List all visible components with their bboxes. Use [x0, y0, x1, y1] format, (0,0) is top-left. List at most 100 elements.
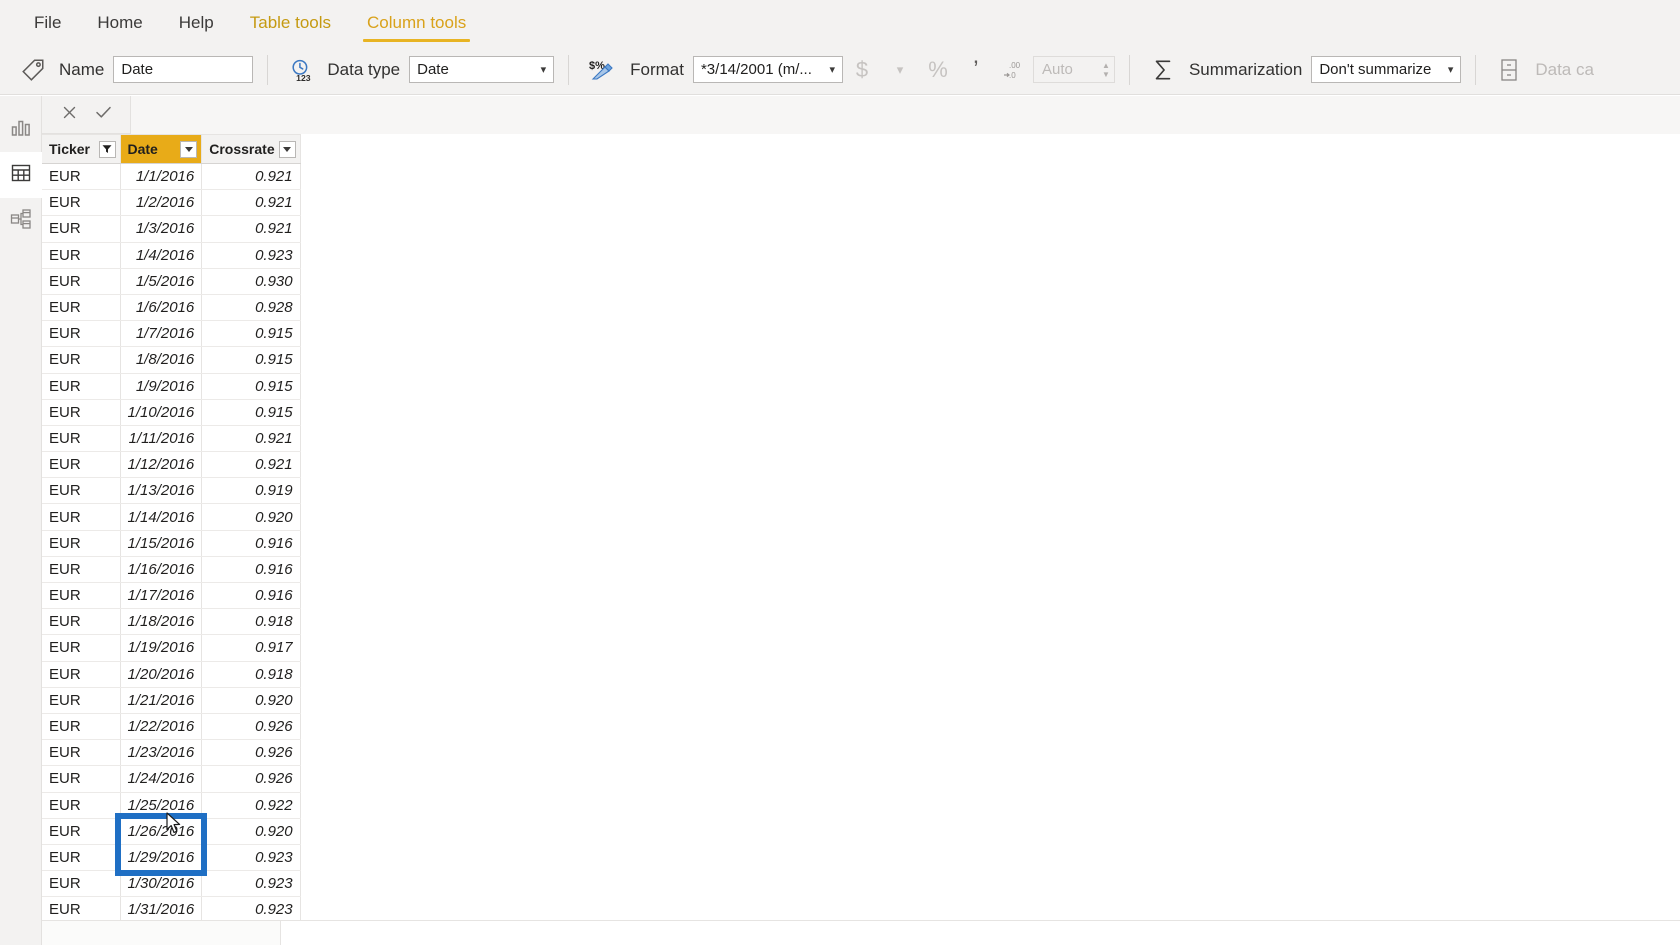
cell-crossrate[interactable]: 0.921 [201, 451, 301, 479]
cell-crossrate[interactable]: 0.921 [201, 215, 301, 243]
column-header-date[interactable]: Date [120, 134, 203, 164]
cell-crossrate[interactable]: 0.915 [201, 373, 301, 400]
cell-date[interactable]: 1/24/2016 [120, 765, 203, 793]
format-select[interactable]: *3/14/2001 (m/... ▾ [692, 56, 843, 83]
table-row[interactable]: EUR 1/2/2016 0.921 [42, 189, 301, 217]
cell-date[interactable]: 1/11/2016 [120, 425, 203, 453]
cell-ticker[interactable]: EUR [42, 870, 121, 898]
cell-date[interactable]: 1/31/2016 [120, 896, 203, 924]
cell-ticker[interactable]: EUR [42, 163, 121, 191]
cell-date[interactable]: 1/17/2016 [120, 582, 203, 610]
cell-crossrate[interactable]: 0.921 [201, 163, 301, 191]
formula-cancel-button[interactable] [52, 100, 86, 130]
cell-ticker[interactable]: EUR [42, 346, 121, 374]
table-row[interactable]: EUR 1/10/2016 0.915 [42, 399, 301, 426]
cell-ticker[interactable]: EUR [42, 451, 121, 479]
formula-input[interactable] [131, 95, 1680, 134]
sidebar-item-model-view[interactable] [0, 198, 42, 244]
table-row[interactable]: EUR 1/29/2016 0.923 [42, 844, 301, 872]
cell-date[interactable]: 1/23/2016 [120, 739, 203, 767]
table-row[interactable]: EUR 1/7/2016 0.915 [42, 320, 301, 348]
formula-accept-button[interactable] [86, 100, 120, 130]
column-name-input[interactable]: Date [113, 56, 254, 83]
table-row[interactable]: EUR 1/19/2016 0.917 [42, 634, 301, 662]
table-row[interactable]: EUR 1/3/2016 0.921 [42, 215, 301, 243]
cell-crossrate[interactable]: 0.917 [201, 634, 301, 662]
cell-ticker[interactable]: EUR [42, 661, 121, 688]
cell-date[interactable]: 1/6/2016 [120, 294, 203, 322]
cell-crossrate[interactable]: 0.916 [201, 530, 301, 557]
table-row[interactable]: EUR 1/17/2016 0.916 [42, 582, 301, 610]
table-row[interactable]: EUR 1/11/2016 0.921 [42, 425, 301, 453]
table-row[interactable]: EUR 1/25/2016 0.922 [42, 792, 301, 819]
cell-crossrate[interactable]: 0.930 [201, 268, 301, 295]
cell-date[interactable]: 1/22/2016 [120, 713, 203, 741]
spinner-arrows-icon[interactable]: ▲ ▼ [1102, 61, 1110, 79]
table-row[interactable]: EUR 1/13/2016 0.919 [42, 477, 301, 505]
cell-date[interactable]: 1/21/2016 [120, 687, 203, 714]
table-row[interactable]: EUR 1/5/2016 0.930 [42, 268, 301, 295]
cell-date[interactable]: 1/15/2016 [120, 530, 203, 557]
summarization-select[interactable]: Don't summarize ▾ [1311, 56, 1462, 83]
table-row[interactable]: EUR 1/24/2016 0.926 [42, 765, 301, 793]
table-row[interactable]: EUR 1/9/2016 0.915 [42, 373, 301, 400]
cell-ticker[interactable]: EUR [42, 582, 121, 610]
table-row[interactable]: EUR 1/6/2016 0.928 [42, 294, 301, 322]
cell-crossrate[interactable]: 0.923 [201, 242, 301, 269]
cell-date[interactable]: 1/9/2016 [120, 373, 203, 400]
table-row[interactable]: EUR 1/14/2016 0.920 [42, 503, 301, 531]
cell-date[interactable]: 1/14/2016 [120, 503, 203, 531]
cell-ticker[interactable]: EUR [42, 425, 121, 453]
cell-ticker[interactable]: EUR [42, 215, 121, 243]
cell-ticker[interactable]: EUR [42, 294, 121, 322]
cell-ticker[interactable]: EUR [42, 242, 121, 269]
cell-date[interactable]: 1/3/2016 [120, 215, 203, 243]
cell-date[interactable]: 1/7/2016 [120, 320, 203, 348]
cell-date[interactable]: 1/1/2016 [120, 163, 203, 191]
cell-crossrate[interactable]: 0.918 [201, 608, 301, 636]
cell-ticker[interactable]: EUR [42, 189, 121, 217]
cell-ticker[interactable]: EUR [42, 556, 121, 584]
filter-funnel-icon[interactable] [98, 140, 116, 158]
cell-ticker[interactable]: EUR [42, 844, 121, 872]
cell-ticker[interactable]: EUR [42, 477, 121, 505]
table-row[interactable]: EUR 1/20/2016 0.918 [42, 661, 301, 688]
cell-crossrate[interactable]: 0.918 [201, 661, 301, 688]
cell-ticker[interactable]: EUR [42, 608, 121, 636]
column-header-crossrate[interactable]: Crossrate [201, 134, 301, 164]
cell-ticker[interactable]: EUR [42, 818, 121, 845]
cell-date[interactable]: 1/19/2016 [120, 634, 203, 662]
thousands-separator-button[interactable]: ’ [957, 53, 995, 87]
cell-date[interactable]: 1/18/2016 [120, 608, 203, 636]
cell-ticker[interactable]: EUR [42, 530, 121, 557]
cell-date[interactable]: 1/8/2016 [120, 346, 203, 374]
cell-date[interactable]: 1/16/2016 [120, 556, 203, 584]
table-row[interactable]: EUR 1/30/2016 0.923 [42, 870, 301, 898]
cell-date[interactable]: 1/26/2016 [120, 818, 203, 845]
cell-ticker[interactable]: EUR [42, 765, 121, 793]
table-row[interactable]: EUR 1/26/2016 0.920 [42, 818, 301, 845]
cell-date[interactable]: 1/5/2016 [120, 268, 203, 295]
cell-date[interactable]: 1/30/2016 [120, 870, 203, 898]
column-header-date-dropdown[interactable] [180, 140, 198, 158]
table-row[interactable]: EUR 1/21/2016 0.920 [42, 687, 301, 714]
cell-date[interactable]: 1/10/2016 [120, 399, 203, 426]
cell-ticker[interactable]: EUR [42, 792, 121, 819]
table-row[interactable]: EUR 1/16/2016 0.916 [42, 556, 301, 584]
cell-ticker[interactable]: EUR [42, 503, 121, 531]
cell-ticker[interactable]: EUR [42, 634, 121, 662]
table-row[interactable]: EUR 1/23/2016 0.926 [42, 739, 301, 767]
cell-ticker[interactable]: EUR [42, 687, 121, 714]
cell-date[interactable]: 1/2/2016 [120, 189, 203, 217]
cell-crossrate[interactable]: 0.920 [201, 687, 301, 714]
table-row[interactable]: EUR 1/1/2016 0.921 [42, 163, 301, 191]
cell-crossrate[interactable]: 0.920 [201, 818, 301, 845]
currency-format-button[interactable]: $ [843, 53, 881, 87]
cell-crossrate[interactable]: 0.920 [201, 503, 301, 531]
cell-crossrate[interactable]: 0.926 [201, 713, 301, 741]
cell-crossrate[interactable]: 0.919 [201, 477, 301, 505]
cell-ticker[interactable]: EUR [42, 896, 121, 924]
cell-crossrate[interactable]: 0.923 [201, 896, 301, 924]
cell-ticker[interactable]: EUR [42, 739, 121, 767]
cell-ticker[interactable]: EUR [42, 713, 121, 741]
